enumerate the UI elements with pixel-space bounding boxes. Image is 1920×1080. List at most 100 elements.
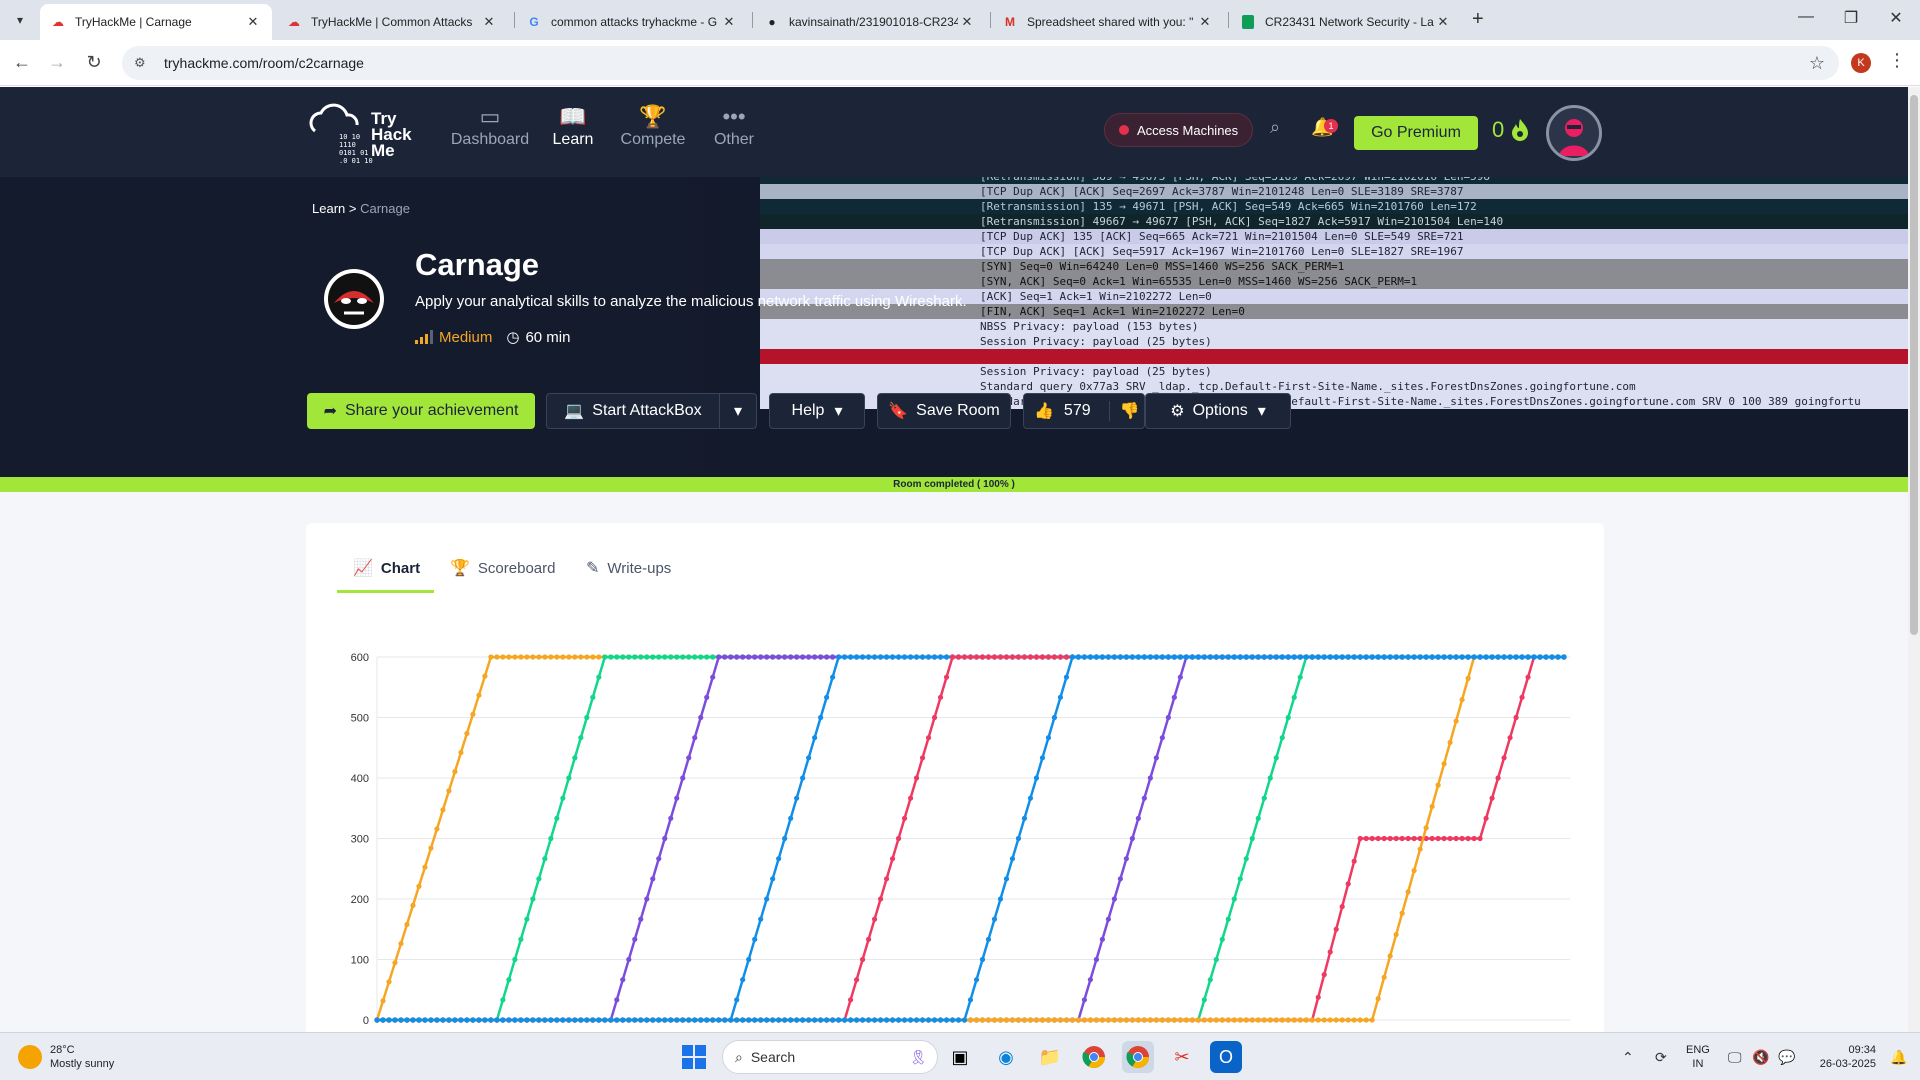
data-point[interactable] (1111, 896, 1117, 902)
data-point[interactable] (656, 1017, 662, 1023)
data-point[interactable] (1021, 1017, 1028, 1023)
data-point[interactable] (410, 902, 416, 908)
show-hidden-icons[interactable]: ⌃ (1622, 1049, 1634, 1066)
tryhackme-logo[interactable]: Try Hack Me 10 10 1110 0101 01.0 01 10 (305, 97, 425, 167)
data-point[interactable] (1513, 654, 1519, 660)
data-point[interactable] (818, 654, 824, 660)
attackbox-dropdown[interactable]: ▾ (719, 393, 757, 429)
data-point[interactable] (997, 654, 1004, 660)
data-point[interactable] (973, 654, 980, 660)
data-point[interactable] (1267, 775, 1273, 781)
data-point[interactable] (428, 845, 434, 851)
data-point[interactable] (764, 896, 770, 902)
data-point[interactable] (818, 714, 824, 721)
data-point[interactable] (608, 1017, 614, 1023)
data-point[interactable] (1177, 1017, 1183, 1023)
data-point[interactable] (602, 1017, 608, 1023)
data-point[interactable] (1423, 825, 1429, 831)
data-point[interactable] (392, 960, 398, 966)
data-point[interactable] (1393, 835, 1399, 842)
data-point[interactable] (955, 654, 962, 660)
data-point[interactable] (1177, 654, 1183, 660)
data-point[interactable] (1489, 795, 1495, 801)
data-point[interactable] (674, 1017, 680, 1023)
clock[interactable]: 09:34 26-03-2025 (1812, 1043, 1876, 1071)
data-point[interactable] (1039, 755, 1046, 761)
data-point[interactable] (1171, 694, 1177, 700)
data-point[interactable] (620, 977, 626, 983)
data-point[interactable] (1129, 654, 1135, 660)
data-point[interactable] (386, 1017, 392, 1023)
data-point[interactable] (554, 1017, 560, 1023)
data-point[interactable] (758, 654, 764, 660)
data-point[interactable] (470, 711, 476, 717)
data-point[interactable] (925, 654, 932, 660)
browser-tab-google-search[interactable]: G common attacks tryhackme - G ✕ (516, 4, 748, 40)
data-point[interactable] (1231, 896, 1237, 902)
data-point[interactable] (1321, 1017, 1327, 1023)
data-point[interactable] (500, 997, 506, 1003)
data-point[interactable] (752, 1017, 758, 1023)
data-point[interactable] (1237, 1017, 1243, 1023)
options-button[interactable]: ⚙ Options ▾ (1145, 393, 1291, 429)
data-point[interactable] (1339, 903, 1345, 910)
data-point[interactable] (937, 654, 944, 660)
data-point[interactable] (1441, 761, 1447, 767)
data-point[interactable] (464, 1017, 470, 1023)
data-point[interactable] (1243, 654, 1249, 660)
data-point[interactable] (1081, 997, 1088, 1003)
data-point[interactable] (877, 1017, 884, 1023)
streak-counter[interactable]: 0 (1492, 117, 1530, 143)
data-point[interactable] (1249, 654, 1255, 660)
data-point[interactable] (698, 1017, 704, 1023)
data-point[interactable] (518, 654, 524, 660)
close-icon[interactable]: ✕ (1434, 13, 1452, 31)
data-point[interactable] (1123, 1017, 1129, 1023)
data-point[interactable] (1507, 735, 1513, 741)
data-point[interactable] (404, 921, 410, 928)
go-premium-button[interactable]: Go Premium (1354, 116, 1478, 150)
data-point[interactable] (842, 1017, 848, 1023)
data-point[interactable] (638, 916, 644, 922)
data-point[interactable] (1231, 654, 1237, 660)
data-point[interactable] (1147, 654, 1153, 660)
data-point[interactable] (830, 654, 836, 660)
data-point[interactable] (871, 654, 878, 660)
data-point[interactable] (883, 654, 890, 660)
data-point[interactable] (901, 654, 908, 660)
data-point[interactable] (452, 1017, 458, 1023)
data-point[interactable] (1333, 654, 1339, 660)
data-point[interactable] (548, 1017, 554, 1023)
data-point[interactable] (1393, 654, 1399, 660)
data-point[interactable] (1297, 674, 1303, 680)
data-point[interactable] (446, 788, 452, 794)
data-point[interactable] (680, 1017, 686, 1023)
data-point[interactable] (949, 654, 956, 660)
data-point[interactable] (1099, 654, 1105, 660)
data-point[interactable] (1429, 803, 1435, 810)
data-point[interactable] (1345, 1017, 1351, 1023)
data-point[interactable] (1195, 1017, 1201, 1023)
data-point[interactable] (1369, 1017, 1375, 1023)
data-point[interactable] (386, 979, 392, 985)
data-point[interactable] (1375, 835, 1381, 842)
data-point[interactable] (1405, 889, 1411, 895)
data-point[interactable] (668, 815, 674, 821)
start-attackbox-button[interactable]: 💻 Start AttackBox (546, 393, 720, 429)
browser-tab-gmail[interactable]: M Spreadsheet shared with you: " ✕ (992, 4, 1224, 40)
data-point[interactable] (1195, 654, 1201, 660)
help-button[interactable]: Help ▾ (769, 393, 865, 429)
data-point[interactable] (1483, 654, 1489, 660)
data-point[interactable] (1405, 835, 1411, 842)
data-point[interactable] (1291, 1017, 1297, 1023)
data-point[interactable] (710, 674, 716, 680)
data-point[interactable] (590, 1017, 596, 1023)
data-point[interactable] (758, 1017, 764, 1023)
data-point[interactable] (572, 654, 578, 660)
data-point[interactable] (1411, 835, 1417, 842)
data-point[interactable] (686, 755, 692, 761)
edge-icon[interactable]: ◉ (990, 1041, 1022, 1073)
data-point[interactable] (830, 674, 836, 680)
data-point[interactable] (1045, 1017, 1052, 1023)
data-point[interactable] (1345, 654, 1351, 660)
